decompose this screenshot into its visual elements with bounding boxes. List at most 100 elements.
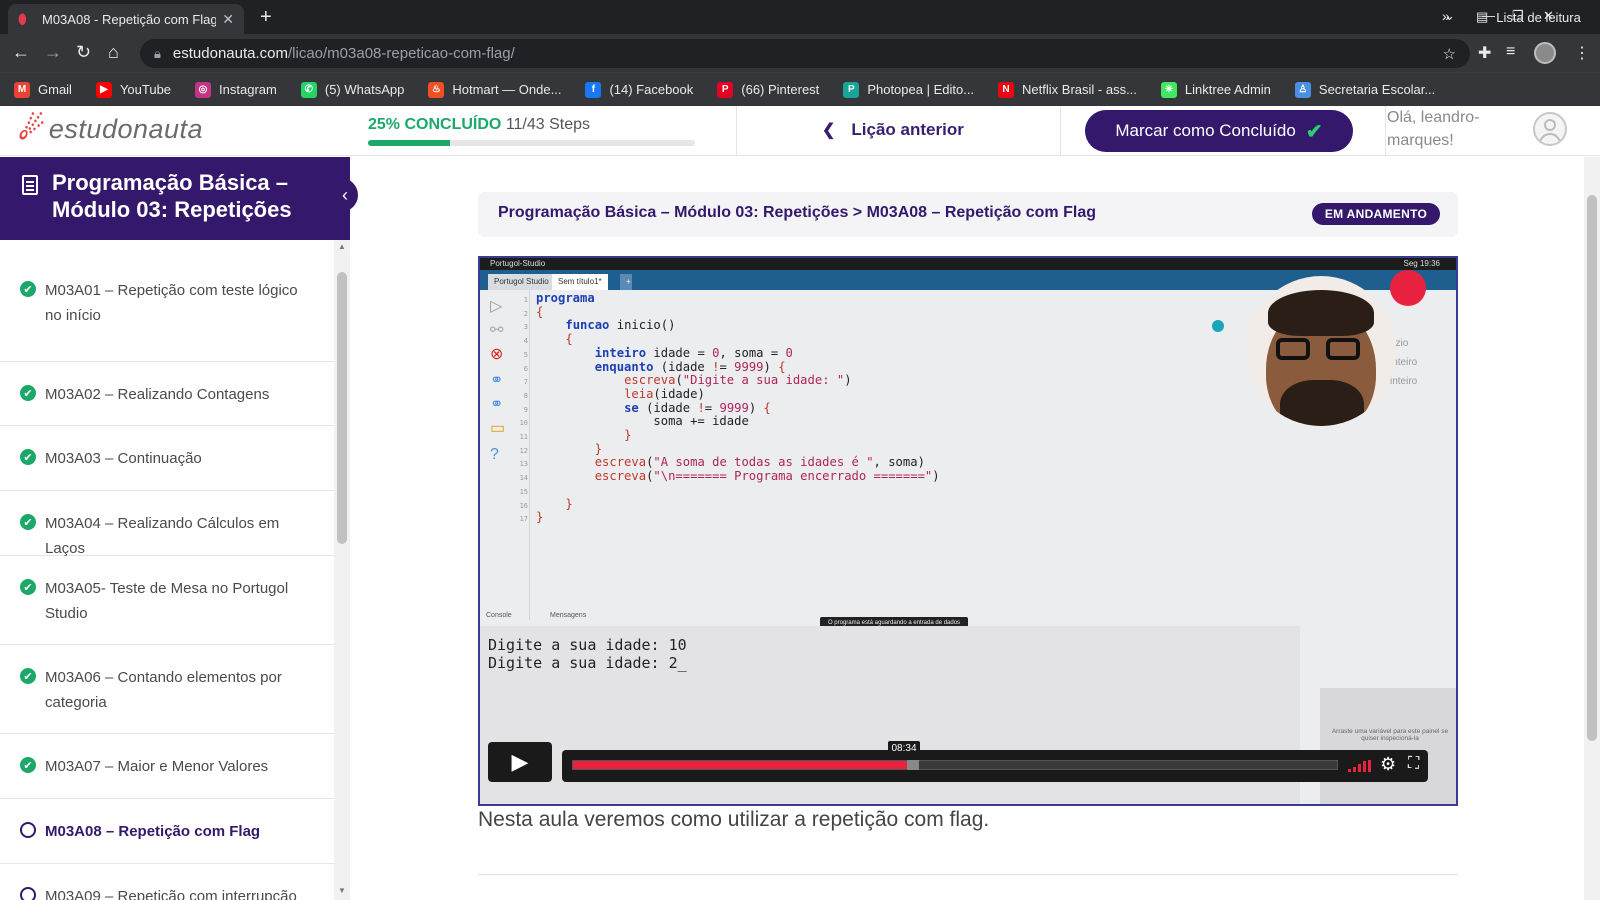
check-circle-icon: ✔ xyxy=(20,385,36,401)
sidebar-lesson-item[interactable]: ✔ M03A06 – Contando elementos por categor… xyxy=(0,645,334,734)
seek-handle[interactable] xyxy=(907,760,920,770)
check-circle-icon: ✔ xyxy=(20,514,36,530)
scroll-down-icon[interactable]: ▼ xyxy=(338,886,346,895)
run-icon: ▷ xyxy=(490,298,503,315)
profile-avatar[interactable] xyxy=(1534,42,1556,64)
linktree-icon: ✳ xyxy=(1160,81,1177,98)
tab-close-icon[interactable]: ✕ xyxy=(222,11,234,28)
seek-played xyxy=(573,761,910,769)
bookmark-facebook[interactable]: f (14) Facebook xyxy=(585,81,693,98)
bookmark-gmail[interactable]: M Gmail xyxy=(14,81,72,98)
mark-complete-button[interactable]: Marcar como Concluído ✔ xyxy=(1085,110,1353,152)
browser-tab-active[interactable]: ⬮ M03A08 - Repetição com Flag ✕ xyxy=(8,4,244,34)
extensions-icon[interactable]: ✚ xyxy=(1478,43,1491,63)
video-player[interactable]: Portugol-Studio Seg 19:36 Portugol Studi… xyxy=(478,256,1458,806)
play-button[interactable]: ▶ xyxy=(488,742,552,782)
status-badge: EM ANDAMENTO xyxy=(1312,203,1440,225)
sidebar-lesson-item[interactable]: ✔ M03A04 – Realizando Cálculos em Laços xyxy=(0,491,334,557)
video-macos-menubar: Portugol-Studio Seg 19:36 xyxy=(480,258,1456,270)
seek-bar[interactable] xyxy=(572,760,1338,770)
page-scroll-thumb[interactable] xyxy=(1587,195,1597,741)
link-icon: ⚭ xyxy=(490,396,504,413)
facebook-icon: f xyxy=(585,81,602,98)
sidebar-scroll-thumb[interactable] xyxy=(337,272,347,544)
bookmark-star-icon[interactable]: ☆ xyxy=(1443,45,1456,63)
sidebar-lesson-item[interactable]: ✔ M03A05- Teste de Mesa no Portugol Studi… xyxy=(0,556,334,645)
bookmark-label: Photopea | Edito... xyxy=(867,82,975,97)
chevron-left-icon: ‹ xyxy=(342,184,348,205)
checkmark-icon: ✔ xyxy=(1305,120,1323,143)
sidebar-lesson-item[interactable]: ✔ M03A02 – Realizando Contagens xyxy=(0,362,334,426)
bookmark-secretaria[interactable]: ♙ Secretaria Escolar... xyxy=(1294,81,1436,98)
bookmark-netflix[interactable]: N Netflix Brasil - ass... xyxy=(998,81,1137,98)
bookmark-pinterest[interactable]: P (66) Pinterest xyxy=(717,81,819,98)
lesson-description: Nesta aula veremos como utilizar a repet… xyxy=(478,808,990,831)
bookmarks-overflow-button[interactable]: » xyxy=(1442,8,1450,24)
time-tooltip: 08:34 xyxy=(888,741,920,757)
lock-icon[interactable]: 🔒︎ xyxy=(154,46,161,62)
hotmart-icon: ♨ xyxy=(428,81,445,98)
sidebar-lesson-item[interactable]: ✔ M03A03 – Continuação xyxy=(0,426,334,491)
bookmark-hotmart[interactable]: ♨ Hotmart — Onde... xyxy=(428,81,562,98)
back-icon[interactable]: ← xyxy=(12,42,30,63)
bookmark-label: Gmail xyxy=(38,82,72,97)
url-input[interactable]: 🔒︎ estudonauta.com/licao/m03a08-repetica… xyxy=(140,39,1470,68)
sidebar-lesson-item[interactable]: M03A09 – Repetição com interrupção xyxy=(0,864,334,900)
presenter-glasses xyxy=(1276,338,1368,360)
netflix-icon: N xyxy=(998,81,1015,98)
presenter-webcam xyxy=(1246,276,1396,426)
settings-gear-icon[interactable]: ⚙ xyxy=(1380,754,1396,775)
reading-list-button[interactable]: ▤ Lista de leitura xyxy=(1476,9,1581,25)
menu-kebab-icon[interactable]: ⋮ xyxy=(1574,43,1590,63)
url-domain: estudonauta.com xyxy=(172,45,288,62)
site-logo[interactable]: ☄ estudonauta xyxy=(18,112,203,147)
home-icon[interactable]: ⌂ xyxy=(108,42,119,63)
bookmark-whatsapp[interactable]: ✆ (5) WhatsApp xyxy=(300,81,405,98)
control-bar: 08:34 ⚙ ⛶ xyxy=(562,741,1428,782)
logo-text: estudonauta xyxy=(48,114,204,144)
play-icon: ▶ xyxy=(511,749,529,774)
course-title: Programação Básica – Módulo 03: Repetiçõ… xyxy=(52,170,292,222)
lesson-label: M03A06 – Contando elementos por categori… xyxy=(45,669,282,711)
bookmark-photopea[interactable]: P Photopea | Edito... xyxy=(843,81,975,98)
bookmark-youtube[interactable]: ▶ YouTube xyxy=(95,81,171,98)
sidebar-lesson-item[interactable]: ✔ M03A07 – Maior e Menor Valores xyxy=(0,734,334,799)
page-scrollbar[interactable] xyxy=(1584,157,1600,900)
volume-icon[interactable] xyxy=(1348,760,1371,772)
sidebar-lesson-item[interactable]: M03A08 – Repetição com Flag xyxy=(0,799,334,864)
rocket-logo-icon: ☄ xyxy=(18,113,45,146)
inspector-hint: Arraste uma variável para este painel se… xyxy=(1331,728,1449,742)
fullscreen-icon[interactable]: ⛶ xyxy=(1408,755,1419,773)
bookmark-label: Hotmart — Onde... xyxy=(452,82,562,97)
bookmark-label: Secretaria Escolar... xyxy=(1318,82,1436,97)
sidebar-lesson-item[interactable]: ✔ M03A01 – Repetição com teste lógico no … xyxy=(0,258,334,362)
stop-icon: ⊗ xyxy=(490,346,504,363)
sidebar-scrollbar[interactable]: ▲ ▼ xyxy=(334,240,350,900)
console-output: Digite a sua idade: 10 Digite a sua idad… xyxy=(488,636,687,672)
progress-bar xyxy=(368,140,695,146)
empty-circle-icon xyxy=(20,822,36,838)
sidebar-collapse-button[interactable]: ‹ xyxy=(332,178,358,212)
ide-line-numbers: 1 2 3 4 5 6 7 8 9 10 11 12 13 14 15 16 17 xyxy=(519,296,528,524)
breadcrumb-panel: Programação Básica – Módulo 03: Repetiçõ… xyxy=(478,192,1458,237)
user-avatar[interactable] xyxy=(1533,112,1567,146)
previous-lesson-link[interactable]: ❮ Lição anterior xyxy=(822,120,964,140)
forward-icon[interactable]: → xyxy=(44,42,62,63)
scroll-up-icon[interactable]: ▲ xyxy=(338,242,346,251)
bookmark-linktree[interactable]: ✳ Linktree Admin xyxy=(1160,81,1271,98)
media-queue-icon[interactable]: ≡ xyxy=(1506,43,1515,61)
course-progress: 25% CONCLUÍDO 11/43 Steps xyxy=(368,116,698,146)
messages-tab: Mensagens xyxy=(550,612,587,619)
new-tab-button[interactable]: + xyxy=(260,6,272,29)
lesson-label: M03A07 – Maior e Menor Valores xyxy=(45,758,269,775)
reload-icon[interactable]: ↻ xyxy=(76,42,91,63)
bookmark-instagram[interactable]: ◎ Instagram xyxy=(195,81,277,98)
youtube-icon: ▶ xyxy=(95,81,112,98)
user-greeting: Olá, leandro-marques! xyxy=(1387,109,1480,149)
gmail-icon: M xyxy=(14,81,30,98)
breadcrumb[interactable]: Programação Básica – Módulo 03: Repetiçõ… xyxy=(498,204,1096,222)
user-head-shape xyxy=(1544,119,1556,131)
address-bar: ← → ↻ ⌂ 🔒︎ estudonauta.com/licao/m03a08-… xyxy=(0,34,1600,72)
bookmark-label: (5) WhatsApp xyxy=(324,82,405,97)
instagram-icon: ◎ xyxy=(195,81,212,98)
